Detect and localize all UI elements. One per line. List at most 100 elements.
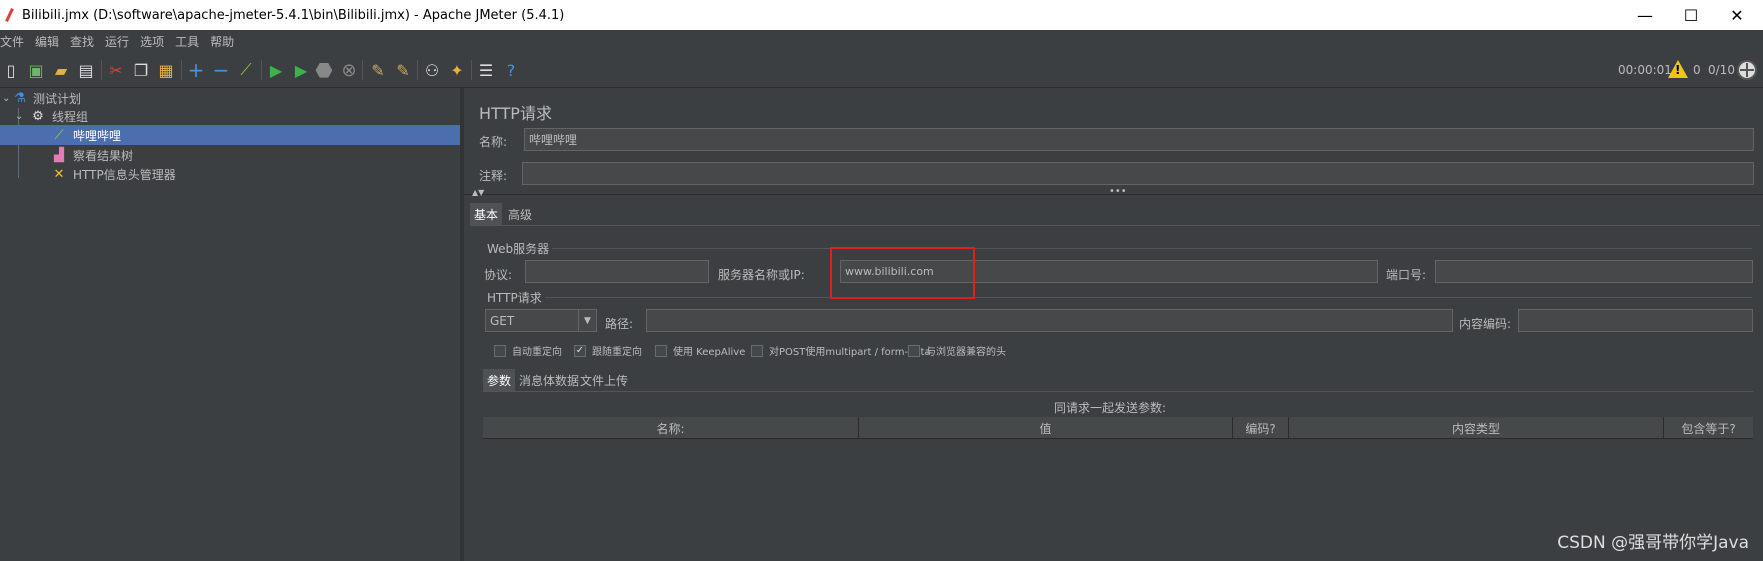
tools-icon: ✕ [53, 166, 65, 182]
chart-icon: ▟ [54, 147, 64, 163]
encoding-field[interactable] [1518, 309, 1753, 332]
stop-icon[interactable]: ⬣ [313, 58, 335, 82]
separator [417, 60, 418, 80]
method-value: GET [490, 313, 515, 328]
port-label: 端口号: [1386, 268, 1427, 282]
clear-all-icon[interactable]: ✎ [392, 59, 414, 81]
shutdown-icon[interactable]: ⊗ [338, 59, 360, 81]
save-icon[interactable]: ▤ [75, 59, 97, 81]
tree-item-label: HTTP信息头管理器 [73, 167, 176, 182]
elapsed-time: 00:00:01 [1618, 63, 1672, 77]
menu-file[interactable]: 文件 [0, 33, 24, 50]
column-header-content-type[interactable]: 内容类型 [1289, 417, 1664, 439]
tab-divider [470, 225, 1760, 226]
flask-icon: ⚗ [14, 90, 26, 106]
tree-item-view-results-tree[interactable]: ▟ 察看结果树 [0, 145, 460, 165]
gear-icon: ⚙ [32, 108, 44, 124]
path-label: 路径: [605, 317, 634, 331]
tree-item-test-plan[interactable]: ⌄ ⚗ 测试计划 [0, 88, 460, 108]
menu-options[interactable]: 选项 [140, 33, 164, 50]
chevron-down-icon[interactable]: ▼ [578, 310, 596, 331]
start-no-pause-icon[interactable]: ▶ [290, 59, 312, 81]
chevron-down-icon[interactable]: ⌄ [2, 93, 10, 104]
title-bar: Bilibili.jmx (D:\software\apache-jmeter-… [0, 0, 1763, 30]
search-icon[interactable]: ⚇ [421, 59, 443, 81]
start-icon[interactable]: ▶ [265, 59, 287, 81]
encoding-label: 内容编码: [1459, 317, 1512, 331]
collapse-arrows-icon[interactable]: ▲▼ [472, 188, 484, 197]
chevron-down-icon[interactable]: ⌄ [15, 111, 23, 122]
checkbox-box[interactable] [751, 344, 763, 357]
checkbox-box[interactable] [908, 344, 920, 357]
help-icon[interactable]: ? [500, 59, 522, 81]
tab-basic[interactable]: 基本 [470, 203, 503, 225]
warning-icon[interactable] [1668, 60, 1688, 78]
method-select[interactable]: GET ▼ [485, 309, 597, 332]
templates-icon[interactable]: ▣ [25, 59, 47, 81]
port-field[interactable] [1435, 260, 1753, 283]
menu-bar: 文件 编辑 查找 运行 选项 工具 帮助 [0, 30, 1763, 52]
comment-field[interactable] [522, 162, 1754, 185]
reset-search-icon[interactable]: ✦ [446, 59, 468, 81]
checkbox-box[interactable] [494, 344, 506, 357]
tree-item-label: 测试计划 [33, 91, 82, 106]
tab-file-upload[interactable]: 文件上传 [576, 369, 632, 391]
tree-item-thread-group[interactable]: ⌄ ⚙ 线程组 [0, 106, 460, 126]
keepalive-checkbox[interactable]: 使用 KeepAlive [655, 343, 745, 358]
name-label: 名称: [479, 135, 508, 149]
tree-item-header-manager[interactable]: ✕ HTTP信息头管理器 [0, 164, 460, 184]
browser-compatible-checkbox[interactable]: 与浏览器兼容的头 [908, 343, 1006, 358]
menu-help[interactable]: 帮助 [210, 33, 234, 50]
separator [101, 60, 102, 80]
drag-handle-icon[interactable]: ••• [1109, 186, 1127, 197]
test-plan-tree: ⌄ ⚗ 测试计划 ⌄ ⚙ 线程组 ⟋ 哔哩哔哩 ▟ 察看结果树 ✕ HTTP信息… [0, 88, 460, 561]
menu-run[interactable]: 运行 [105, 33, 129, 50]
checkbox-label: 自动重定向 [512, 347, 562, 358]
menu-search[interactable]: 查找 [70, 33, 94, 50]
paste-icon[interactable]: ▦ [155, 59, 177, 81]
checkbox-label: 与浏览器兼容的头 [926, 347, 1006, 358]
comment-label: 注释: [479, 169, 508, 183]
warning-count: 0 [1693, 63, 1701, 77]
protocol-field[interactable] [525, 260, 709, 283]
tab-body-data[interactable]: 消息体数据 [515, 369, 583, 391]
remote-status-icon[interactable] [1737, 60, 1757, 80]
name-field[interactable]: 哔哩哔哩 [524, 128, 1754, 151]
new-icon[interactable]: ▯ [0, 59, 22, 81]
minimize-button[interactable]: — [1622, 0, 1668, 30]
pipette-icon: ⟋ [54, 127, 64, 143]
path-field[interactable] [646, 309, 1453, 332]
collapse-icon[interactable]: − [210, 58, 232, 82]
tree-item-label: 察看结果树 [73, 148, 134, 163]
tab-parameters[interactable]: 参数 [483, 369, 516, 391]
follow-redirect-checkbox[interactable]: ✓ 跟随重定向 [574, 343, 642, 358]
copy-icon[interactable]: ❐ [130, 59, 152, 81]
checkbox-box[interactable] [655, 344, 667, 357]
checkbox-label: 对POST使用multipart / form-data [769, 347, 931, 358]
auto-redirect-checkbox[interactable]: 自动重定向 [494, 343, 562, 358]
separator [181, 60, 182, 80]
expand-icon[interactable]: + [185, 58, 207, 82]
params-table-header: 名称: 值 编码? 内容类型 包含等于? [483, 417, 1753, 439]
open-icon[interactable]: ▰ [50, 59, 72, 81]
checkmark-icon[interactable]: ✓ [574, 344, 586, 357]
maximize-button[interactable]: ☐ [1668, 0, 1714, 30]
highlight-annotation [830, 247, 975, 299]
http-request-panel: HTTP请求 名称: 哔哩哔哩 注释: ▲▼ ••• 基本 高级 Web服务器 … [464, 88, 1763, 561]
column-header-encode[interactable]: 编码? [1233, 417, 1289, 439]
multipart-checkbox[interactable]: 对POST使用multipart / form-data [751, 343, 931, 358]
column-header-value[interactable]: 值 [859, 417, 1233, 439]
separator [261, 60, 262, 80]
clear-icon[interactable]: ✎ [367, 59, 389, 81]
cut-icon[interactable]: ✂ [105, 59, 127, 81]
column-header-include-equals[interactable]: 包含等于? [1664, 417, 1753, 439]
column-header-name[interactable]: 名称: [483, 417, 859, 439]
close-button[interactable]: ✕ [1714, 0, 1760, 30]
tab-advanced[interactable]: 高级 [504, 203, 536, 225]
function-helper-icon[interactable]: ☰ [475, 59, 497, 81]
protocol-label: 协议: [484, 268, 513, 282]
tree-item-bilibili-request[interactable]: ⟋ 哔哩哔哩 [0, 125, 460, 145]
toggle-icon[interactable]: ⟋ [235, 59, 257, 81]
menu-edit[interactable]: 编辑 [35, 33, 59, 50]
menu-tools[interactable]: 工具 [175, 33, 199, 50]
